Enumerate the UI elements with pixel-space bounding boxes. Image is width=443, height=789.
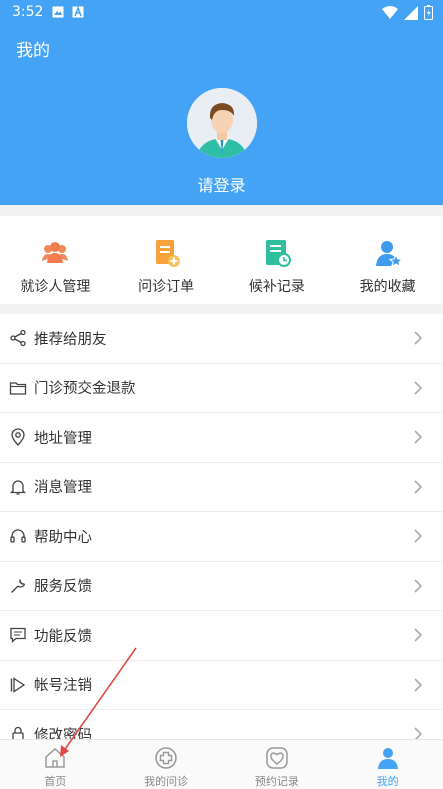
chevron-right-icon <box>414 529 423 543</box>
status-bar: 3:52 <box>0 0 443 26</box>
waitlist-icon <box>265 240 291 267</box>
quick-item-waitlist[interactable]: 候补记录 <box>222 216 333 304</box>
headset-icon <box>10 529 26 543</box>
page-title: 我的 <box>16 41 50 61</box>
folder-icon <box>9 382 27 395</box>
bottom-tabbar: 首页 我的问诊 预约记录 我的 <box>0 739 443 789</box>
tab-home[interactable]: 首页 <box>0 740 111 789</box>
home-icon <box>45 747 66 768</box>
comment-icon <box>10 628 26 644</box>
menu-label: 地址管理 <box>34 430 92 447</box>
menu-item-feature-feedback[interactable]: 功能反馈 <box>0 611 443 661</box>
bell-icon <box>9 480 27 495</box>
consult-icon <box>155 747 177 769</box>
menu-label: 推荐给朋友 <box>34 331 107 348</box>
chevron-right-icon <box>414 381 423 395</box>
heart-icon <box>266 747 288 769</box>
menu-label: 门诊预交金退款 <box>34 381 136 398</box>
quick-item-favorites[interactable]: 我的收藏 <box>332 216 443 304</box>
tab-label: 我的 <box>376 775 399 788</box>
menu-item-address[interactable]: 地址管理 <box>0 413 443 463</box>
person-icon <box>377 748 398 769</box>
menu-label: 帐号注销 <box>34 678 92 695</box>
quick-label: 问诊订单 <box>138 279 195 295</box>
tab-label: 首页 <box>44 775 67 788</box>
quick-item-orders[interactable]: 问诊订单 <box>111 216 222 304</box>
chevron-right-icon <box>414 678 423 692</box>
quick-label: 候补记录 <box>248 279 305 295</box>
menu-item-deactivate[interactable]: 帐号注销 <box>0 661 443 710</box>
chevron-right-icon <box>414 331 423 345</box>
profile-header: 3:52 我的 请登录 <box>0 0 443 205</box>
menu-label: 功能反馈 <box>34 628 92 645</box>
menu-label: 服务反馈 <box>34 579 92 596</box>
menu-item-help[interactable]: 帮助中心 <box>0 512 443 562</box>
tab-label: 我的问诊 <box>144 775 189 788</box>
menu-item-messages[interactable]: 消息管理 <box>0 463 443 512</box>
tab-mine[interactable]: 我的 <box>332 740 443 789</box>
user-avatar-icon <box>187 88 257 158</box>
status-time: 3:52 <box>12 4 44 20</box>
wifi-icon <box>382 5 398 19</box>
tab-my-consultations[interactable]: 我的问诊 <box>111 740 222 789</box>
image-notification-icon <box>52 6 64 18</box>
menu-item-share[interactable]: 推荐给朋友 <box>0 314 443 364</box>
chevron-right-icon <box>414 430 423 444</box>
menu-item-service-feedback[interactable]: 服务反馈 <box>0 562 443 611</box>
menu-item-refund[interactable]: 门诊预交金退款 <box>0 364 443 413</box>
tab-appointments[interactable]: 预约记录 <box>222 740 333 789</box>
play-bar-icon <box>10 677 26 693</box>
patients-icon <box>42 242 69 263</box>
menu-label: 消息管理 <box>34 480 92 497</box>
quick-label: 就诊人管理 <box>20 279 91 295</box>
avatar[interactable] <box>187 88 257 158</box>
share-icon <box>10 330 26 347</box>
favorites-icon <box>375 241 403 268</box>
battery-icon <box>424 5 433 20</box>
order-icon <box>156 240 181 267</box>
signal-icon <box>404 5 418 20</box>
quick-label: 我的收藏 <box>359 279 416 295</box>
quick-item-patients[interactable]: 就诊人管理 <box>0 216 111 304</box>
chevron-right-icon <box>414 628 423 642</box>
chevron-right-icon <box>414 480 423 494</box>
quick-actions: 就诊人管理 问诊订单 候补记录 我的收藏 <box>0 216 443 304</box>
login-link[interactable]: 请登录 <box>0 172 443 196</box>
wrench-icon <box>11 579 26 593</box>
settings-menu: 推荐给朋友 门诊预交金退款 地址管理 消息管理 帮助中心 服务反馈 功能反馈 帐… <box>0 314 443 760</box>
tab-label: 预约记录 <box>254 775 299 788</box>
app-notification-icon <box>72 6 84 18</box>
chevron-right-icon <box>414 579 423 593</box>
menu-label: 帮助中心 <box>34 529 92 546</box>
location-icon <box>11 428 25 447</box>
